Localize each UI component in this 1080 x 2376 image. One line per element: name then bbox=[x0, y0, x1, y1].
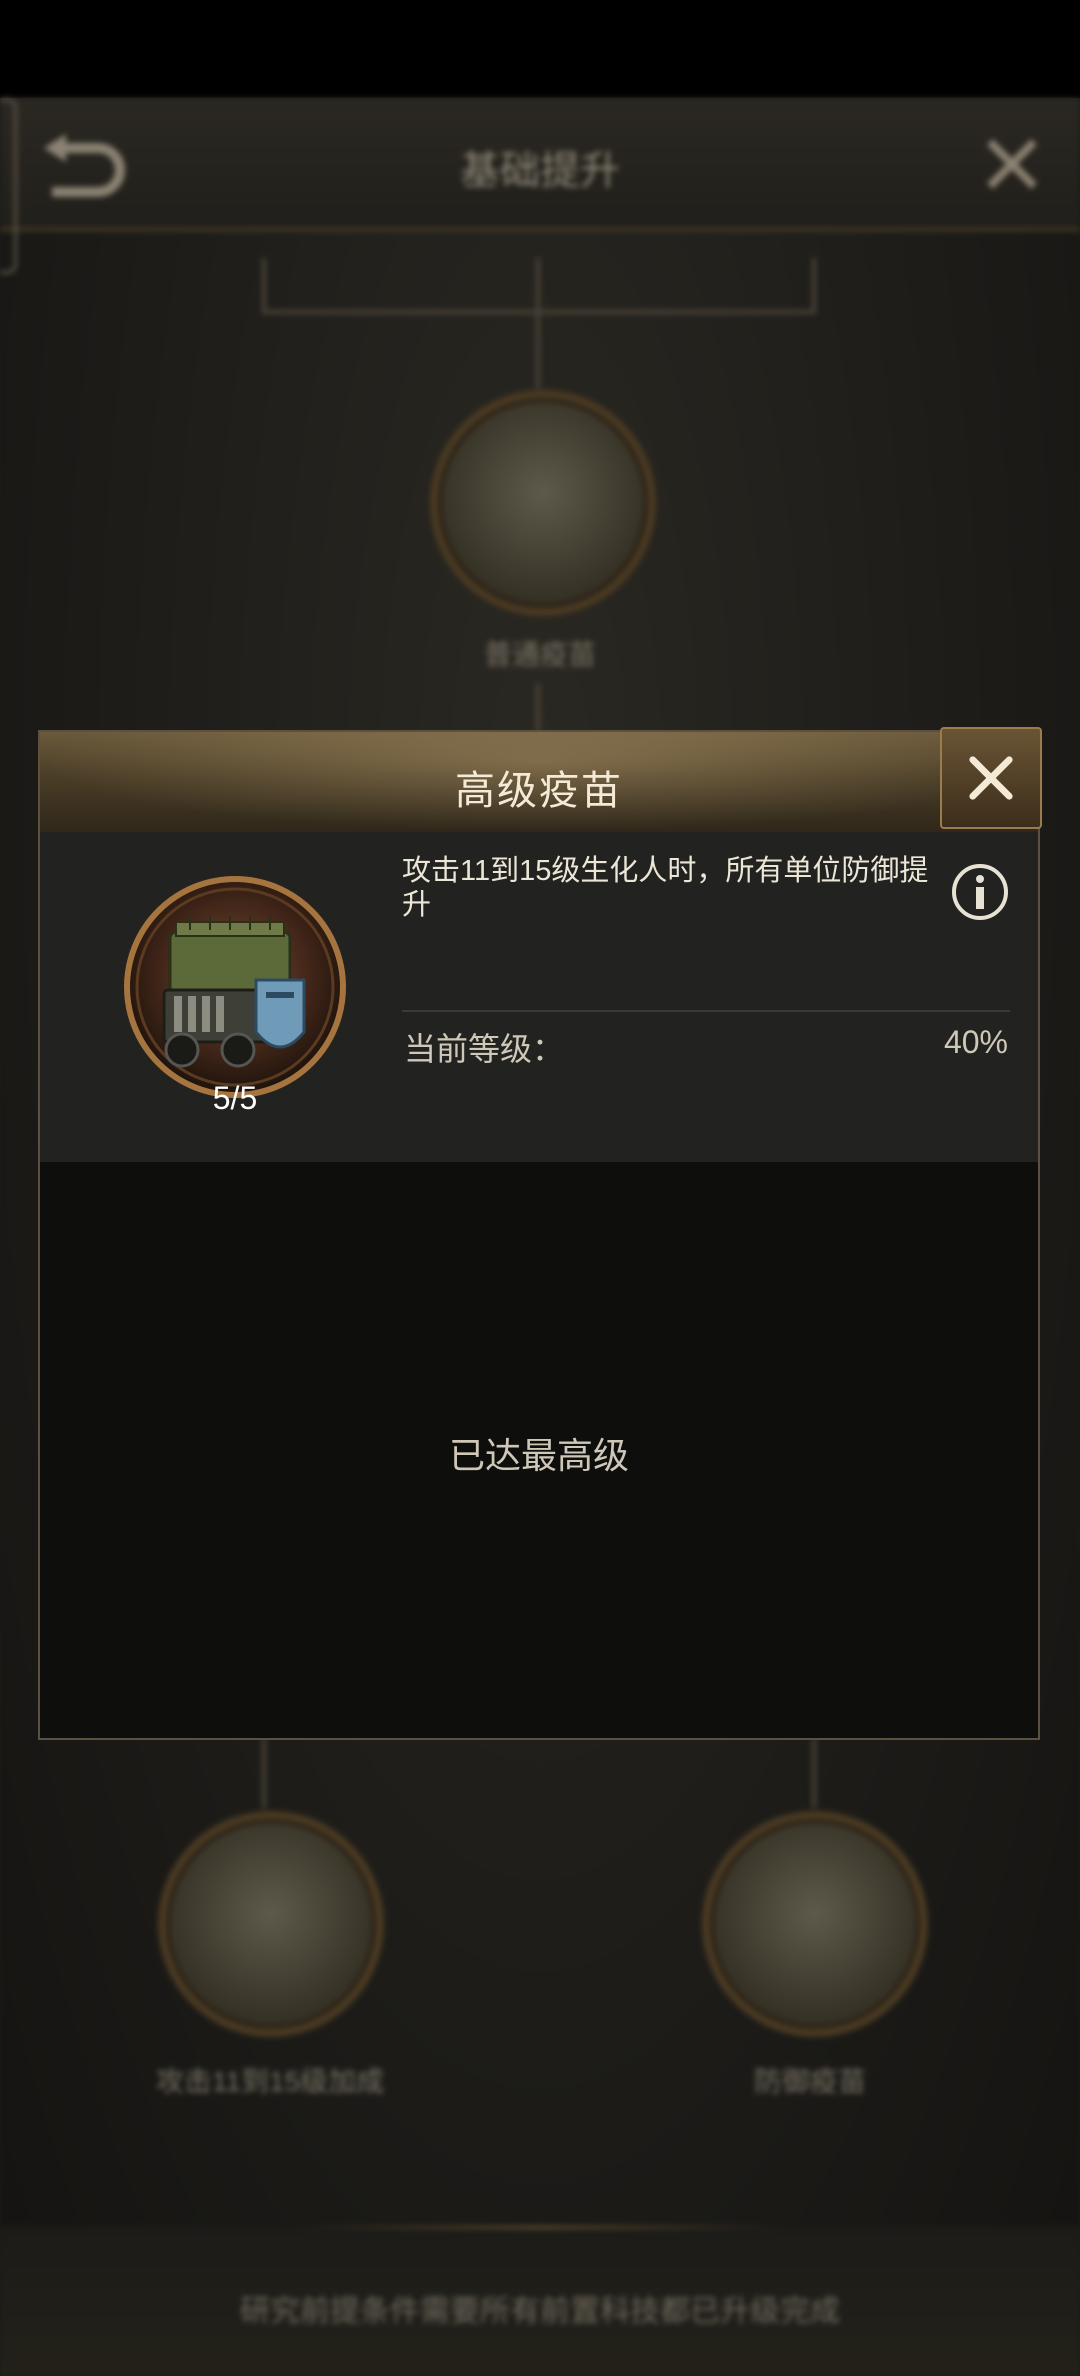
modal-close-button[interactable] bbox=[940, 727, 1042, 829]
tech-node-top[interactable] bbox=[430, 390, 656, 616]
panel-divider bbox=[402, 1010, 1010, 1012]
skill-level: 5/5 bbox=[212, 1080, 258, 1116]
background-header: 基础提升 bbox=[0, 98, 1080, 274]
tech-node-left[interactable] bbox=[158, 1811, 384, 2037]
info-icon[interactable] bbox=[950, 862, 1010, 922]
current-level-value: 40% bbox=[943, 1024, 1008, 1060]
skill-description: 攻击11到15级生化人时，所有单位防御提升 bbox=[402, 855, 929, 921]
close-icon[interactable] bbox=[984, 136, 1040, 192]
tree-connector bbox=[536, 683, 540, 733]
tech-node-left-label: 攻击11到15级加成 bbox=[155, 2066, 385, 2097]
status-bar bbox=[0, 0, 1080, 98]
tree-connector bbox=[262, 258, 266, 313]
tech-node-top-label: 普通疫苗 bbox=[483, 639, 596, 670]
tree-connector bbox=[812, 258, 816, 313]
armored-truck-icon bbox=[124, 876, 346, 1098]
skill-info-panel: 5/5 攻击11到15级生化人时，所有单位防御提升 当前等级： 40% bbox=[40, 832, 1038, 1162]
background-title: 基础提升 bbox=[460, 149, 620, 193]
tree-connector bbox=[536, 258, 540, 388]
footer-divider bbox=[300, 2226, 780, 2229]
max-level-text: 已达最高级 bbox=[448, 1435, 629, 1476]
footer-text: 研究前提条件需要所有前置科技都已升级完成 bbox=[240, 2295, 840, 2328]
skill-detail-modal: 高级疫苗 5/5 攻击11到15级生化人时，所有单位防御提升 当前等级： 40%… bbox=[38, 730, 1040, 1740]
tree-connector bbox=[262, 1738, 266, 1808]
tree-connector bbox=[812, 1738, 816, 1808]
modal-title: 高级疫苗 bbox=[455, 769, 623, 813]
tech-node-right[interactable] bbox=[702, 1811, 928, 2037]
modal-header: 高级疫苗 bbox=[40, 732, 1038, 834]
current-level-label: 当前等级： bbox=[404, 1031, 565, 1067]
background-footer: 研究前提条件需要所有前置科技都已升级完成 bbox=[0, 2226, 1080, 2376]
close-icon bbox=[969, 756, 1013, 800]
tech-node-right-label: 防御疫苗 bbox=[753, 2066, 866, 2097]
